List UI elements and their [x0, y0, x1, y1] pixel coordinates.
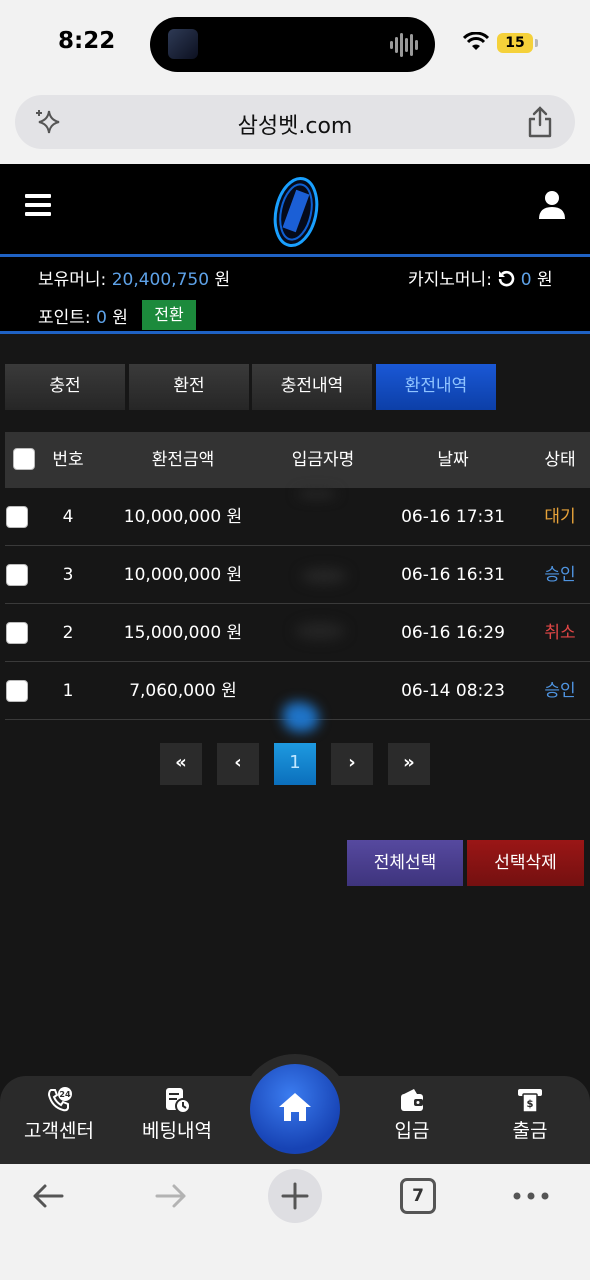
wallet-icon: [401, 1089, 423, 1111]
select-all-checkbox[interactable]: [13, 448, 35, 470]
exchange-history-table: 번호 환전금액 입금자명 날짜 상태 4 10,000,000 원 06-16 …: [5, 432, 590, 732]
point-value: 0: [96, 308, 107, 328]
nav-support-label: 고객센터: [24, 1120, 94, 1142]
row-number: 1: [62, 681, 74, 701]
betting-history-icon: [166, 1088, 191, 1114]
row-date: 06-16 16:31: [401, 565, 505, 585]
row-amount: 7,060,000 원: [129, 681, 237, 701]
row-depositor: [263, 662, 383, 720]
row-number: 2: [62, 623, 74, 643]
row-amount: 10,000,000 원: [123, 507, 243, 527]
row-amount: 10,000,000 원: [123, 565, 243, 585]
nav-betting[interactable]: 베팅내역: [122, 1086, 232, 1143]
support-24-icon: 24: [47, 1087, 72, 1112]
table-row[interactable]: 4 10,000,000 원 06-16 17:31 대기: [5, 488, 590, 546]
hamburger-menu-icon[interactable]: [25, 194, 51, 218]
row-checkbox[interactable]: [6, 622, 28, 644]
money-value: 20,400,750: [111, 270, 210, 290]
point-balance: 포인트: 0 원: [38, 308, 128, 328]
row-status: 대기: [544, 507, 576, 527]
table-header: 번호 환전금액 입금자명 날짜 상태: [5, 432, 590, 488]
address-bar[interactable]: 삼성벳.com: [15, 95, 575, 149]
tab-charge[interactable]: 충전: [5, 364, 125, 410]
tab-count-button[interactable]: 7: [400, 1178, 436, 1214]
status-bar: 8:22 15: [0, 0, 590, 90]
nav-betting-label: 베팅내역: [142, 1120, 212, 1142]
header-status: 상태: [544, 450, 576, 470]
forward-arrow-icon[interactable]: [153, 1178, 189, 1214]
point-exchange-button[interactable]: 전환: [142, 300, 196, 330]
row-number: 4: [62, 507, 74, 527]
svg-text:24: 24: [59, 1090, 71, 1099]
dynamic-island: [150, 17, 435, 72]
delete-selected-button[interactable]: 선택삭제: [467, 840, 584, 886]
header-date: 날짜: [437, 450, 469, 470]
battery-indicator: 15: [497, 33, 533, 53]
header-number: 번호: [52, 450, 84, 470]
row-number: 3: [62, 565, 74, 585]
blurred-depositor: [295, 622, 345, 640]
user-icon[interactable]: [538, 190, 566, 220]
row-date: 06-14 08:23: [401, 681, 505, 701]
row-status: 승인: [544, 565, 576, 585]
nav-withdraw-label: 출금: [512, 1120, 548, 1142]
row-date: 06-16 16:29: [401, 623, 505, 643]
blurred-depositor: [283, 702, 319, 732]
media-thumbnail: [168, 29, 198, 59]
header-depositor: 입금자명: [291, 450, 355, 470]
row-checkbox[interactable]: [6, 680, 28, 702]
svg-text:$: $: [527, 1099, 534, 1110]
table-row[interactable]: 3 10,000,000 원 06-16 16:31 승인: [5, 546, 590, 604]
blurred-depositor: [301, 568, 347, 584]
casino-value: 0: [520, 270, 532, 290]
row-status: 승인: [544, 681, 576, 701]
wifi-icon: [463, 32, 489, 50]
plus-icon: [281, 1182, 309, 1210]
nav-support[interactable]: 24 고객센터: [4, 1086, 114, 1143]
tab-exchange[interactable]: 환전: [129, 364, 249, 410]
status-time: 8:22: [58, 28, 116, 54]
nav-deposit-label: 입금: [394, 1120, 430, 1142]
tab-exchange-history[interactable]: 환전내역: [376, 364, 496, 410]
next-page-button[interactable]: ›: [331, 743, 373, 785]
row-checkbox[interactable]: [6, 564, 28, 586]
row-date: 06-16 17:31: [401, 507, 505, 527]
site-header: [0, 164, 590, 254]
page-1-button[interactable]: 1: [274, 743, 316, 785]
audio-wave-icon: [390, 33, 418, 57]
first-page-button[interactable]: «: [160, 743, 202, 785]
row-amount: 15,000,000 원: [123, 623, 243, 643]
header-amount: 환전금액: [151, 450, 215, 470]
browser-address-area: 삼성벳.com: [0, 90, 590, 164]
share-icon[interactable]: [525, 105, 555, 139]
cash-withdraw-icon: $: [518, 1089, 542, 1113]
table-row[interactable]: 2 15,000,000 원 06-16 16:29 취소: [5, 604, 590, 662]
table-row[interactable]: 1 7,060,000 원 06-14 08:23 승인: [5, 662, 590, 732]
address-url[interactable]: 삼성벳.com: [15, 108, 575, 140]
samsung-logo[interactable]: [272, 174, 320, 250]
more-options-icon[interactable]: [512, 1190, 550, 1202]
browser-toolbar: 7: [0, 1164, 590, 1280]
blurred-depositor: [297, 490, 337, 498]
row-checkbox[interactable]: [6, 506, 28, 528]
money-balance: 보유머니: 20,400,750 원: [38, 270, 231, 290]
nav-withdraw[interactable]: $ 출금: [475, 1086, 585, 1143]
balance-panel: 보유머니: 20,400,750 원 카지노머니: 0 원 포인트: 0 원 전…: [0, 254, 590, 334]
refresh-icon[interactable]: [497, 270, 515, 288]
home-button[interactable]: [250, 1064, 340, 1154]
row-status: 취소: [544, 623, 576, 643]
select-all-button[interactable]: 전체선택: [347, 840, 463, 886]
casino-balance: 카지노머니: 0 원: [408, 270, 553, 290]
prev-page-button[interactable]: ‹: [217, 743, 259, 785]
back-arrow-icon[interactable]: [30, 1178, 66, 1214]
home-icon: [279, 1093, 311, 1121]
battery-tip: [535, 39, 538, 47]
last-page-button[interactable]: »: [388, 743, 430, 785]
new-tab-button[interactable]: [268, 1169, 322, 1223]
nav-deposit[interactable]: 입금: [357, 1086, 467, 1143]
tab-charge-history[interactable]: 충전내역: [252, 364, 372, 410]
